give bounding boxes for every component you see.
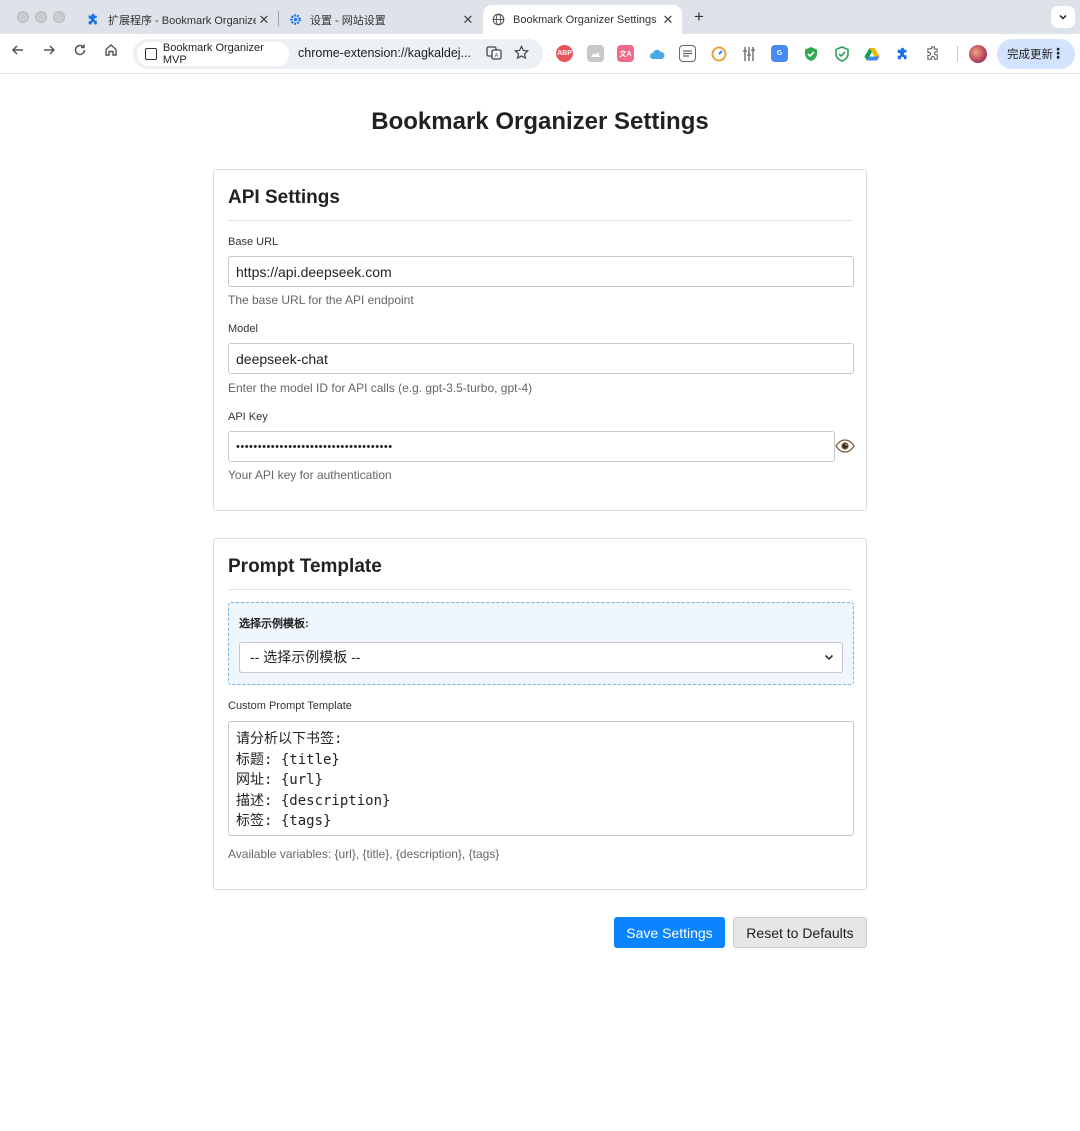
- model-help: Enter the model ID for API calls (e.g. g…: [228, 381, 533, 395]
- eye-icon[interactable]: [834, 435, 856, 457]
- example-template-box: 选择示例模板: -- 选择示例模板 --: [228, 602, 854, 685]
- template-line: 标签: {tags}: [236, 813, 332, 829]
- star-icon[interactable]: [512, 44, 530, 63]
- toolbar-separator: [957, 46, 958, 62]
- tab-title: Bookmark Organizer Settings: [513, 13, 657, 26]
- close-tab-icon[interactable]: ✕: [256, 12, 272, 28]
- drive-icon[interactable]: [863, 45, 880, 62]
- url-text[interactable]: chrome-extension://kagkaldej...: [298, 46, 471, 60]
- api-key-help: Your API key for authentication: [228, 468, 392, 482]
- new-tab-button[interactable]: +: [690, 7, 708, 27]
- section-heading: Prompt Template: [228, 556, 382, 577]
- minimize-window-button[interactable]: [35, 11, 47, 23]
- model-input[interactable]: [228, 343, 854, 374]
- prompt-template-section: Prompt Template 选择示例模板: -- 选择示例模板 -- Cus…: [213, 538, 867, 890]
- shield-check-icon[interactable]: [802, 45, 819, 62]
- zoom-window-button[interactable]: [53, 11, 65, 23]
- puzzle-icon: [86, 13, 100, 27]
- update-button[interactable]: 完成更新 ⋮: [997, 39, 1075, 69]
- api-key-label: API Key: [228, 411, 268, 423]
- abp-icon[interactable]: ABP: [556, 45, 573, 62]
- profile-avatar[interactable]: [969, 45, 987, 63]
- reader-icon[interactable]: [679, 45, 696, 62]
- gear-icon: [288, 13, 302, 27]
- home-button[interactable]: [101, 43, 121, 63]
- close-tab-icon[interactable]: ✕: [660, 12, 676, 28]
- back-button[interactable]: [8, 43, 28, 63]
- example-template-selected: -- 选择示例模板 --: [250, 649, 361, 665]
- template-line: 请分析以下书签:: [236, 731, 343, 747]
- more-menu-icon[interactable]: ⋮: [1051, 45, 1065, 61]
- template-line: 标题: {title}: [236, 751, 340, 768]
- translate-ext-icon[interactable]: 文A: [617, 45, 634, 62]
- arrow-left-icon: [11, 45, 23, 55]
- tab-separator: [278, 11, 279, 26]
- custom-template-textarea[interactable]: 请分析以下书签: 标题: {title} 网址: {url} 描述: {desc…: [228, 721, 854, 836]
- close-tab-icon[interactable]: ✕: [460, 12, 476, 28]
- tab-title: 扩展程序 - Bookmark Organizer MVP: [108, 14, 256, 27]
- template-line: 网址: {url}: [236, 772, 324, 788]
- divider: [228, 589, 852, 590]
- reload-icon: [74, 44, 86, 56]
- divider: [228, 220, 852, 221]
- tab-bookmark-organizer-settings[interactable]: Bookmark Organizer Settings ✕: [483, 5, 682, 34]
- extensions-icon[interactable]: [925, 45, 942, 62]
- tab-title: 设置 - 网站设置: [310, 14, 386, 27]
- svg-text:A: A: [494, 54, 498, 60]
- shield-green-icon[interactable]: [833, 45, 850, 62]
- puzzle-blue-icon[interactable]: [894, 45, 911, 62]
- api-settings-section: API Settings Base URL The base URL for t…: [213, 169, 867, 511]
- example-template-label: 选择示例模板:: [239, 618, 309, 630]
- home-icon: [105, 44, 117, 56]
- page-title: Bookmark Organizer Settings: [371, 108, 709, 135]
- example-template-select[interactable]: -- 选择示例模板 --: [239, 642, 843, 673]
- update-button-label: 完成更新: [1007, 49, 1053, 61]
- section-heading: API Settings: [228, 187, 340, 208]
- tools-icon[interactable]: [740, 45, 757, 62]
- address-bar[interactable]: Bookmark Organizer MVP chrome-extension:…: [133, 39, 543, 69]
- gauge-icon[interactable]: [710, 45, 727, 62]
- base-url-help: The base URL for the API endpoint: [228, 293, 414, 307]
- tab-extensions[interactable]: 扩展程序 - Bookmark Organizer MVP ✕: [80, 5, 272, 34]
- tab-site-settings[interactable]: 设置 - 网站设置 ✕: [284, 5, 476, 34]
- browser-toolbar: Bookmark Organizer MVP chrome-extension:…: [0, 34, 1080, 74]
- variables-help: Available variables: {url}, {title}, {de…: [228, 847, 500, 861]
- template-line: 描述: {description}: [236, 792, 391, 809]
- chevron-down-icon: [824, 643, 834, 684]
- translate-icon[interactable]: A: [485, 45, 503, 63]
- tab-search-button[interactable]: [1051, 6, 1075, 28]
- cloud-icon[interactable]: [648, 45, 665, 62]
- close-window-button[interactable]: [17, 11, 29, 23]
- base-url-label: Base URL: [228, 236, 279, 248]
- image-icon[interactable]: [587, 45, 604, 62]
- tab-strip: 扩展程序 - Bookmark Organizer MVP ✕ 设置 - 网站设…: [0, 0, 1080, 34]
- reload-button[interactable]: [70, 43, 90, 63]
- save-settings-button[interactable]: Save Settings: [614, 917, 725, 948]
- base-url-input[interactable]: [228, 256, 854, 287]
- site-info-chip[interactable]: Bookmark Organizer MVP: [137, 42, 289, 66]
- google-translate-icon[interactable]: G: [771, 45, 788, 62]
- api-key-input[interactable]: [228, 431, 835, 462]
- arrow-right-icon: [44, 45, 56, 55]
- reset-defaults-button[interactable]: Reset to Defaults: [733, 917, 867, 948]
- forward-button[interactable]: [39, 43, 59, 63]
- globe-icon: [491, 13, 505, 27]
- site-chip-label: Bookmark Organizer MVP: [162, 42, 264, 66]
- extension-page-icon: [145, 48, 157, 60]
- model-label: Model: [228, 323, 258, 335]
- custom-template-label: Custom Prompt Template: [228, 700, 352, 712]
- chevron-down-icon: [1059, 14, 1067, 20]
